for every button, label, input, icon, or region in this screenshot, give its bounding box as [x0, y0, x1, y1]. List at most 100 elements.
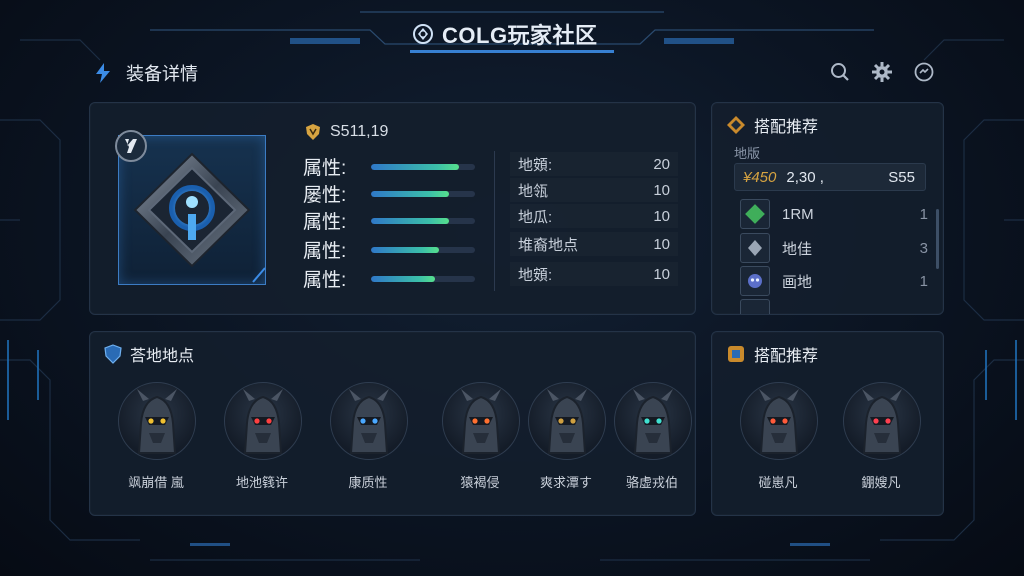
- recommend-count: 1: [919, 205, 928, 223]
- app-title-group: COLG玩家社区: [412, 18, 598, 50]
- recommend-row[interactable]: 地佳 3: [740, 233, 928, 263]
- attribute-bar: [371, 275, 475, 282]
- item-icon: [740, 299, 770, 314]
- lightning-icon: [96, 63, 110, 83]
- attribute-bar-fill: [371, 163, 460, 170]
- recommend2-title: 搭配推荐: [754, 348, 819, 365]
- recommend-title: 搭配推荐: [754, 119, 819, 136]
- item-icon: [740, 266, 770, 296]
- app-title: COLG玩家社区: [442, 23, 598, 48]
- badge-gold-icon: [728, 346, 744, 362]
- character-portrait[interactable]: [843, 382, 921, 460]
- stat-value: 10: [653, 235, 670, 253]
- item-name-row: S511,19: [304, 123, 388, 141]
- stat-value: 10: [653, 207, 670, 225]
- character-portrait-icon: [547, 389, 587, 454]
- attribute-bar-fill: [371, 275, 436, 282]
- app-logo-icon: [413, 24, 433, 44]
- attribute-bar: [371, 190, 475, 197]
- recommend-label: 画地: [782, 273, 813, 291]
- stat-value: 10: [653, 265, 670, 283]
- gem-green-icon: [745, 204, 765, 224]
- attribute-label: 屡性:: [303, 185, 347, 206]
- recommend-label: 地佳: [782, 240, 813, 258]
- vertical-divider: [494, 151, 495, 291]
- top-bar: COLG玩家社区: [0, 0, 1024, 58]
- price-row[interactable]: ¥450 2,30 , S55: [734, 163, 926, 191]
- character-portrait-icon: [137, 389, 177, 454]
- attribute-row: 属性:: [303, 153, 475, 180]
- search-button[interactable]: [828, 60, 852, 84]
- search-icon: [831, 63, 849, 81]
- character-portrait[interactable]: [614, 382, 692, 460]
- drop-header: 荅地地点: [104, 342, 194, 366]
- recommend-subtitle: 地版: [734, 146, 761, 161]
- character-portrait-icon: [633, 389, 673, 454]
- drop-title: 荅地地点: [130, 348, 195, 365]
- recommend-row[interactable]: 1RM 1: [740, 199, 928, 229]
- stat-row: 堆裔地点 10: [510, 232, 678, 256]
- recommend-panel-2: 搭配推荐 碰崽凡 錋嫂凡: [711, 331, 944, 516]
- stat-label: 地頞:: [518, 156, 553, 174]
- attribute-bar-fill: [371, 217, 449, 224]
- item-icon: [740, 199, 770, 229]
- attribute-bar-fill: [371, 246, 439, 253]
- attribute-bar: [371, 246, 475, 253]
- attribute-row: 屡性:: [303, 180, 475, 207]
- character-name: 飒崩借 嵐: [128, 475, 184, 490]
- stat-value: 10: [653, 181, 670, 199]
- item-name: S511,19: [330, 123, 389, 140]
- character-portrait-icon: [862, 389, 902, 454]
- settings-icon: [872, 62, 892, 82]
- recommend-count: 3: [919, 239, 928, 257]
- mask-icon: [748, 274, 762, 288]
- character-portrait[interactable]: [330, 382, 408, 460]
- drop-character: 地池篯许: [224, 382, 302, 491]
- character-name: 地池篯许: [235, 475, 288, 490]
- attribute-row: 属性:: [303, 265, 475, 292]
- stat-value: 20: [653, 155, 670, 173]
- stat-row: 地瓴 10: [510, 178, 678, 202]
- header-toolbar: [828, 60, 936, 84]
- stat-label: 地瓜:: [518, 208, 553, 226]
- recommend-label: 1RM: [782, 205, 814, 223]
- recommend2-header: 搭配推荐: [726, 342, 818, 366]
- character-portrait[interactable]: [224, 382, 302, 460]
- recommend-character: 碰崽凡: [740, 382, 818, 491]
- recommend-header: 搭配推荐: [726, 113, 818, 137]
- character-name: 康质性: [348, 475, 388, 490]
- stat-label: 地頞:: [518, 266, 553, 284]
- recommend-row[interactable]: 画地 1: [740, 266, 928, 296]
- stat-label: 堆裔地点: [518, 236, 579, 254]
- attribute-bar: [371, 217, 475, 224]
- item-icon: [740, 233, 770, 263]
- drop-character: 飒崩借 嵐: [118, 382, 196, 491]
- attribute-bar-fill: [371, 190, 449, 197]
- drop-character: 爽求潭す: [528, 382, 606, 491]
- badge-icon: [115, 130, 147, 162]
- character-portrait[interactable]: [118, 382, 196, 460]
- attribute-label: 属性:: [303, 241, 347, 262]
- character-name: 錋嫂凡: [861, 475, 901, 490]
- page-title: 装备详情: [126, 64, 198, 84]
- character-portrait[interactable]: [442, 382, 520, 460]
- recommend-row-partial[interactable]: [740, 299, 928, 314]
- character-portrait[interactable]: [528, 382, 606, 460]
- attribute-label: 属性:: [303, 270, 347, 291]
- character-portrait-icon: [243, 389, 283, 454]
- diamond-icon: [727, 116, 745, 134]
- stat-row: 地頞: 20: [510, 152, 678, 176]
- crystal-icon: [748, 240, 762, 256]
- recommend-count: 1: [919, 272, 928, 290]
- page-header: 装备详情: [94, 58, 198, 88]
- rarity-badge: [114, 129, 148, 163]
- character-portrait[interactable]: [740, 382, 818, 460]
- recommend-scrollbar[interactable]: [936, 209, 939, 269]
- chat-button[interactable]: [912, 60, 936, 84]
- item-detail-panel: S511,19 属性: 屡性: 属性: 属性: 属性: 地頞: 20 地瓴 10 地瓜: 10 堆裔…: [89, 102, 696, 315]
- recommend-panel: 搭配推荐 地版 ¥450 2,30 , S55 1RM 1 地佳 3 画地 1: [711, 102, 944, 315]
- attribute-bar: [371, 163, 475, 170]
- drop-character: 猿褐侵: [442, 382, 520, 491]
- settings-button[interactable]: [870, 60, 894, 84]
- attribute-row: 属性:: [303, 207, 475, 234]
